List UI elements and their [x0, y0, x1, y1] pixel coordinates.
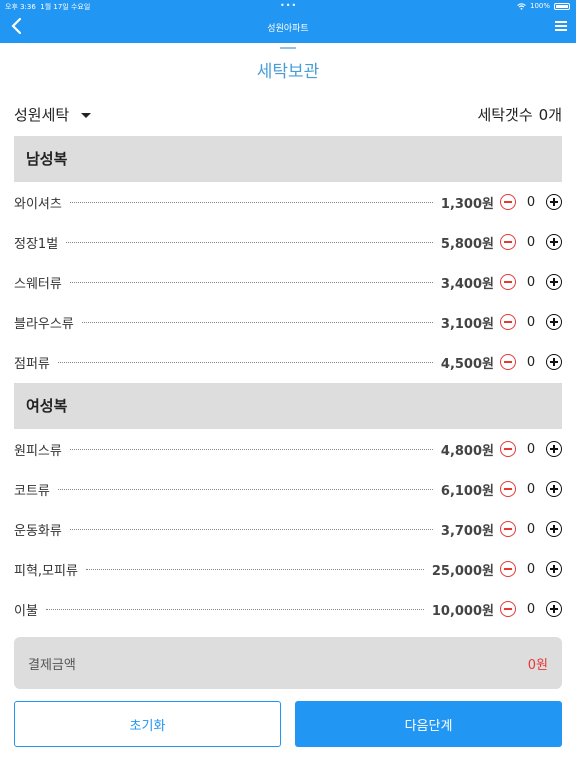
plus-circle-icon[interactable] — [546, 441, 562, 457]
minus-circle-icon[interactable] — [500, 521, 516, 537]
page-title: 세탁보관 — [256, 62, 320, 82]
item-price: 5,800원 — [440, 236, 494, 252]
item-name: 정장1벌 — [14, 236, 59, 252]
plus-circle-icon[interactable] — [546, 481, 562, 497]
battery-percent: 100% — [529, 2, 550, 10]
store-dropdown[interactable]: 성원세탁 — [14, 104, 92, 125]
item-quantity: 0 — [526, 441, 536, 457]
dotted-leader — [66, 241, 433, 243]
item-name: 블라우스류 — [14, 316, 74, 332]
item-name: 이불 — [14, 603, 38, 619]
next-step-button[interactable]: 다음단계 — [295, 701, 562, 747]
item-row: 점퍼류 4,500원 0 — [14, 352, 562, 372]
minus-circle-icon[interactable] — [500, 561, 516, 577]
item-name: 와이셔츠 — [14, 196, 62, 212]
hamburger-icon[interactable] — [555, 21, 567, 31]
laundry-count-value: 0개 — [538, 106, 562, 124]
dotted-leader — [69, 528, 433, 530]
dotted-leader — [69, 281, 433, 283]
item-price: 4,800원 — [440, 443, 494, 459]
minus-circle-icon[interactable] — [500, 234, 516, 250]
plus-circle-icon[interactable] — [546, 561, 562, 577]
item-name: 피혁,모피류 — [14, 563, 78, 579]
item-name: 코트류 — [14, 483, 50, 499]
page-header: 세탁보관 — [0, 47, 576, 82]
laundry-count: 세탁갯수 0개 — [477, 104, 562, 125]
payment-total: 결제금액 0원 — [14, 637, 562, 689]
item-row: 스웨터류 3,400원 0 — [14, 272, 562, 292]
item-row: 원피스류 4,800원 0 — [14, 439, 562, 459]
item-name: 점퍼류 — [14, 356, 50, 372]
reset-button[interactable]: 초기화 — [14, 701, 281, 747]
store-dropdown-value: 성원세탁 — [14, 106, 70, 124]
caret-down-icon — [81, 113, 92, 118]
item-row: 운동화류 3,700원 0 — [14, 519, 562, 539]
item-name: 운동화류 — [14, 523, 62, 539]
status-right: 100% — [517, 2, 570, 10]
item-name: 원피스류 — [14, 443, 62, 459]
top-app-bar: 오후 3:36 1월 17일 수요일 ••• 100% 성원아파트 — [0, 0, 576, 43]
minus-circle-icon[interactable] — [500, 354, 516, 370]
dotted-leader — [85, 568, 424, 570]
plus-circle-icon[interactable] — [546, 274, 562, 290]
status-bar: 오후 3:36 1월 17일 수요일 ••• 100% — [0, 0, 576, 12]
app-title: 성원아파트 — [267, 24, 309, 34]
plus-circle-icon[interactable] — [546, 194, 562, 210]
plus-circle-icon[interactable] — [546, 601, 562, 617]
item-quantity: 0 — [526, 314, 536, 330]
payment-total-label: 결제금액 — [28, 657, 76, 673]
item-quantity: 0 — [526, 274, 536, 290]
minus-circle-icon[interactable] — [500, 441, 516, 457]
dotted-leader — [57, 488, 433, 490]
status-time: 오후 3:36 1월 17일 수요일 — [5, 3, 91, 11]
dotted-leader — [45, 608, 424, 610]
item-name: 스웨터류 — [14, 276, 62, 292]
minus-circle-icon[interactable] — [500, 274, 516, 290]
item-quantity: 0 — [526, 601, 536, 617]
item-price: 25,000원 — [431, 563, 494, 579]
item-price: 3,400원 — [440, 276, 494, 292]
plus-circle-icon[interactable] — [546, 234, 562, 250]
section-header-women: 여성복 — [14, 383, 562, 429]
item-price: 10,000원 — [431, 603, 494, 619]
item-quantity: 0 — [526, 561, 536, 577]
section-header-men: 남성복 — [14, 136, 562, 182]
plus-circle-icon[interactable] — [546, 354, 562, 370]
item-quantity: 0 — [526, 521, 536, 537]
plus-circle-icon[interactable] — [546, 521, 562, 537]
item-row: 피혁,모피류 25,000원 0 — [14, 559, 562, 579]
dotted-leader — [69, 201, 433, 203]
multitask-dots[interactable]: ••• — [280, 1, 297, 10]
item-price: 6,100원 — [440, 483, 494, 499]
minus-circle-icon[interactable] — [500, 601, 516, 617]
dotted-leader — [81, 321, 433, 323]
item-price: 1,300원 — [440, 196, 494, 212]
minus-circle-icon[interactable] — [500, 194, 516, 210]
wifi-icon — [517, 2, 526, 10]
item-price: 3,700원 — [440, 523, 494, 539]
dotted-leader — [69, 448, 433, 450]
item-quantity: 0 — [526, 354, 536, 370]
title-accent-bar — [280, 47, 296, 49]
item-row: 와이셔츠 1,300원 0 — [14, 192, 562, 212]
item-quantity: 0 — [526, 194, 536, 210]
minus-circle-icon[interactable] — [500, 481, 516, 497]
dotted-leader — [57, 361, 433, 363]
battery-icon — [554, 2, 570, 10]
item-row: 이불 10,000원 0 — [14, 599, 562, 619]
item-quantity: 0 — [526, 481, 536, 497]
item-row: 정장1벌 5,800원 0 — [14, 232, 562, 252]
laundry-count-label: 세탁갯수 — [477, 106, 533, 124]
item-price: 3,100원 — [440, 316, 494, 332]
item-price: 4,500원 — [440, 356, 494, 372]
payment-total-amount: 0원 — [527, 657, 548, 673]
minus-circle-icon[interactable] — [500, 314, 516, 330]
plus-circle-icon[interactable] — [546, 314, 562, 330]
item-quantity: 0 — [526, 234, 536, 250]
item-row: 코트류 6,100원 0 — [14, 479, 562, 499]
item-row: 블라우스류 3,100원 0 — [14, 312, 562, 332]
